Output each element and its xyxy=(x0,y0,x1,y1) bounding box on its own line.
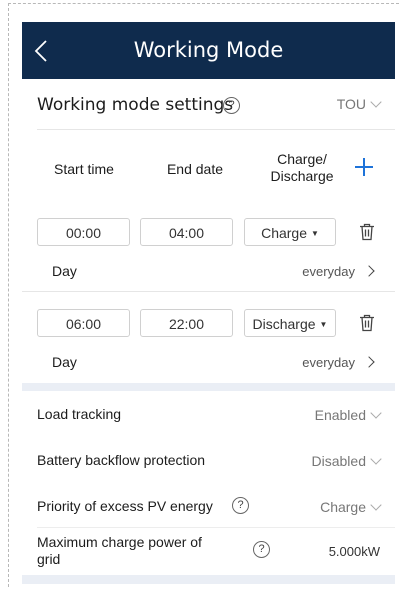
battery-backflow-label: Battery backflow protection xyxy=(37,452,206,468)
excess-pv-select[interactable]: Charge xyxy=(320,499,382,515)
repeat-value: everyday xyxy=(302,264,375,279)
chevron-right-icon xyxy=(363,265,375,277)
chevron-down-icon xyxy=(370,407,382,419)
delete-icon[interactable] xyxy=(359,223,375,241)
battery-backflow-row[interactable]: Battery backflow protection Disabled xyxy=(22,437,395,483)
chevron-right-icon xyxy=(363,356,375,368)
end-date-header: End date xyxy=(166,161,224,177)
repeat-row[interactable]: Day everyday xyxy=(22,347,395,381)
max-charge-label-line2: grid xyxy=(37,551,61,567)
battery-backflow-select[interactable]: Disabled xyxy=(311,453,382,469)
working-mode-settings-row[interactable]: Working mode settings ? TOU xyxy=(22,79,395,129)
chevron-down-icon xyxy=(370,453,382,465)
dropdown-triangle-icon: ▼ xyxy=(319,320,328,329)
start-time-header: Start time xyxy=(54,161,114,177)
start-time-input[interactable]: 00:00 xyxy=(37,218,130,246)
load-tracking-label: Load tracking xyxy=(37,406,122,422)
start-time-input[interactable]: 06:00 xyxy=(37,309,130,337)
day-label: Day xyxy=(52,263,77,279)
charge-type-value: Discharge xyxy=(252,316,316,332)
working-mode-panel: Working mode settings ? TOU Start time E… xyxy=(22,79,395,584)
end-time-input[interactable]: 04:00 xyxy=(140,218,233,246)
charge-header-line1: Charge/ xyxy=(277,151,327,167)
load-tracking-value: Enabled xyxy=(314,407,366,423)
repeat-text: everyday xyxy=(302,355,355,370)
section-separator xyxy=(22,383,395,391)
working-mode-settings-label: Working mode settings xyxy=(37,95,234,115)
charge-header-line2: Discharge xyxy=(270,168,334,184)
repeat-text: everyday xyxy=(302,264,355,279)
day-label: Day xyxy=(52,354,77,370)
working-mode-select[interactable]: TOU xyxy=(336,96,382,112)
charge-discharge-header: Charge/ Discharge xyxy=(262,151,342,185)
excess-pv-value: Charge xyxy=(320,499,366,515)
dropdown-triangle-icon: ▼ xyxy=(311,229,319,238)
battery-backflow-value: Disabled xyxy=(311,453,366,469)
help-icon[interactable]: ? xyxy=(223,97,240,114)
repeat-row[interactable]: Day everyday xyxy=(22,255,395,289)
excess-pv-row[interactable]: Priority of excess PV energy ? Charge xyxy=(22,483,395,529)
app-header: Working Mode xyxy=(22,22,395,79)
excess-pv-label: Priority of excess PV energy xyxy=(37,498,213,514)
working-mode-value: TOU xyxy=(336,96,366,112)
page-title: Working Mode xyxy=(133,38,284,62)
charge-type-select[interactable]: Charge ▼ xyxy=(244,218,336,246)
max-charge-power-value[interactable]: 5.000kW xyxy=(329,544,380,559)
bottom-band xyxy=(22,575,395,584)
help-icon[interactable]: ? xyxy=(232,497,249,514)
divider xyxy=(37,129,395,130)
help-icon[interactable]: ? xyxy=(253,541,270,558)
max-charge-power-label: Maximum charge power of grid xyxy=(37,534,202,568)
max-charge-power-row[interactable]: Maximum charge power of grid ? 5.000kW xyxy=(22,529,395,575)
charge-type-select[interactable]: Discharge ▼ xyxy=(244,309,336,337)
load-tracking-select[interactable]: Enabled xyxy=(314,407,382,423)
end-time-input[interactable]: 22:00 xyxy=(140,309,233,337)
delete-icon[interactable] xyxy=(359,314,375,332)
chevron-down-icon xyxy=(370,96,382,108)
chevron-down-icon xyxy=(370,499,382,511)
charge-type-value: Charge xyxy=(261,225,307,241)
add-schedule-icon[interactable] xyxy=(355,158,373,176)
load-tracking-row[interactable]: Load tracking Enabled xyxy=(22,391,395,437)
divider xyxy=(37,527,395,528)
max-charge-label-line1: Maximum charge power of xyxy=(37,534,202,550)
repeat-value: everyday xyxy=(302,355,375,370)
divider xyxy=(22,291,395,292)
